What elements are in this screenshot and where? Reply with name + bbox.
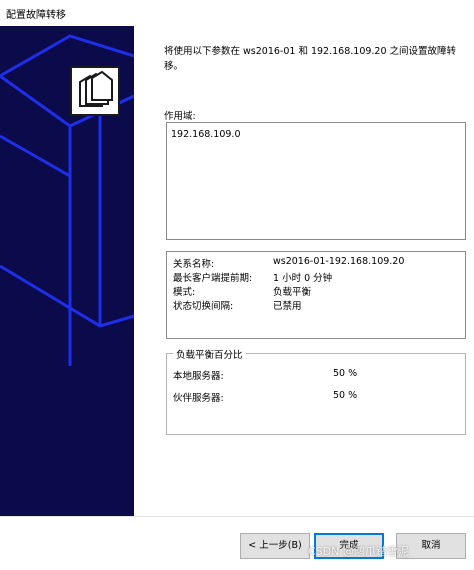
- partner-server-value: 50 %: [333, 390, 358, 401]
- info-key: 关系名称:: [173, 259, 215, 270]
- cancel-button[interactable]: 取消: [396, 533, 466, 559]
- info-key: 最长客户端提前期:: [173, 273, 253, 284]
- info-value: ws2016-01-192.168.109.20: [273, 256, 405, 267]
- summary-description: 将使用以下参数在 ws2016-01 和 192.168.109.20 之间设置…: [164, 46, 457, 72]
- info-key: 模式:: [173, 287, 196, 298]
- info-value: 已禁用: [273, 301, 302, 312]
- partner-server-label: 伙伴服务器:: [173, 393, 224, 404]
- scope-list[interactable]: 192.168.109.0: [166, 122, 466, 240]
- folders-icon: [70, 66, 120, 116]
- back-button[interactable]: < 上一步(B): [240, 533, 310, 559]
- info-value: 负载平衡: [273, 287, 312, 298]
- load-balance-legend: 负载平衡百分比: [173, 347, 246, 361]
- info-key: 状态切换间隔:: [173, 301, 234, 312]
- scope-label: 作用域:: [164, 111, 196, 122]
- scope-item[interactable]: 192.168.109.0: [171, 129, 461, 140]
- load-balance-group: 负载平衡百分比 本地服务器: 50 % 伙伴服务器: 50 %: [166, 347, 466, 435]
- failover-info-panel: 关系名称: ws2016-01-192.168.109.20 最长客户端提前期:…: [166, 251, 466, 339]
- info-value: 1 小时 0 分钟: [273, 273, 333, 284]
- title-bar: 配置故障转移: [0, 0, 474, 26]
- finish-button[interactable]: 完成: [314, 533, 384, 559]
- wizard-banner: [0, 26, 134, 516]
- local-server-value: 50 %: [333, 368, 358, 379]
- local-server-label: 本地服务器:: [173, 371, 224, 382]
- window-title: 配置故障转移: [6, 10, 66, 21]
- wizard-content: 将使用以下参数在 ws2016-01 和 192.168.109.20 之间设置…: [134, 26, 474, 516]
- wizard-footer: < 上一步(B) 完成 取消: [0, 516, 474, 570]
